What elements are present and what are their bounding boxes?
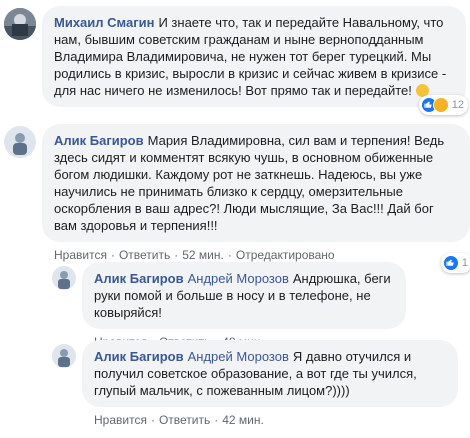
comment-author[interactable]: Алик Багиров xyxy=(94,349,184,364)
like-button[interactable]: Нравится xyxy=(54,247,107,263)
mention[interactable]: Андрей Морозов xyxy=(188,271,289,286)
avatar[interactable] xyxy=(4,8,36,40)
reply-bubble: Алик Багиров Андрей Морозов Я давно отучил… xyxy=(82,340,458,407)
avatar[interactable] xyxy=(4,126,36,158)
comment-author[interactable]: Михаил Смагин xyxy=(54,15,154,30)
edited-label[interactable]: Отредактировано xyxy=(236,247,335,263)
comment-actions: Нравится · Ответить · 52 мин. · Отредакт… xyxy=(54,247,335,263)
reaction-count: 12 xyxy=(451,99,464,111)
comment-1: Михаил Смагин И знаете что, так и передай… xyxy=(4,6,468,115)
like-button[interactable]: Нравится xyxy=(94,412,147,428)
comment-bubble: Алик Багиров Мария Владимировна, сил вам … xyxy=(42,124,470,242)
timestamp[interactable]: 52 мин. xyxy=(182,247,224,263)
mention[interactable]: Андрей Морозов xyxy=(188,349,289,364)
reply-bubble: Алик Багиров Андрей Морозов Андрюшка, беги… xyxy=(82,262,406,329)
haha-icon xyxy=(432,97,449,113)
comment-bubble: Михаил Смагин И знаете что, так и передай… xyxy=(42,6,466,107)
avatar[interactable] xyxy=(52,266,76,290)
reactions-summary[interactable]: 12 xyxy=(418,95,468,115)
avatar[interactable] xyxy=(52,344,76,368)
reply-2: Алик Багиров Андрей Морозов Я давно отучил… xyxy=(52,340,466,428)
comment-text: Мария Владимировна, сил вам и терпения! … xyxy=(54,133,445,233)
comment-author[interactable]: Алик Багиров xyxy=(94,271,184,286)
comment-2: Алик Багиров Мария Владимировна, сил вам … xyxy=(4,124,470,273)
reply-1: Алик Багиров Андрей Морозов Андрюшка, беги… xyxy=(52,262,466,350)
timestamp[interactable]: 42 мин. xyxy=(222,412,264,428)
reply-button[interactable]: Ответить xyxy=(159,412,210,428)
comment-author[interactable]: Алик Багиров xyxy=(54,133,144,148)
comment-actions: Нравится · Ответить · 42 мин. xyxy=(94,412,264,428)
reply-button[interactable]: Ответить xyxy=(119,247,170,263)
